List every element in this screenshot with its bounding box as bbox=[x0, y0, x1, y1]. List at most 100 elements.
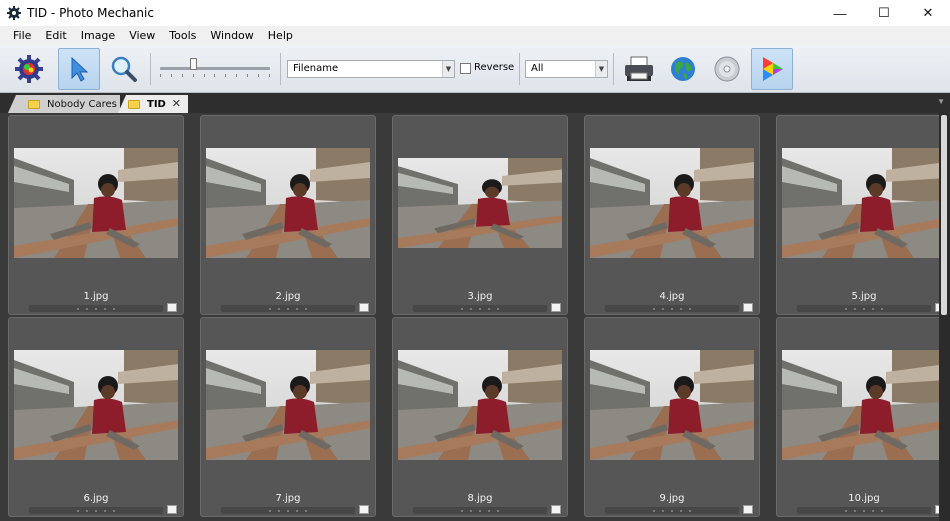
thumbnail-cell[interactable]: 10.jpg bbox=[776, 317, 950, 517]
thumbnail-filename: 2.jpg bbox=[275, 291, 301, 302]
slider-thumb[interactable] bbox=[190, 58, 197, 70]
star-rating[interactable] bbox=[29, 507, 163, 514]
chevron-down-icon[interactable]: ▼ bbox=[595, 61, 607, 77]
tag-checkbox[interactable] bbox=[743, 505, 753, 514]
thumbnail-image[interactable] bbox=[782, 148, 946, 258]
menu-file[interactable]: File bbox=[13, 29, 31, 42]
star-rating[interactable] bbox=[221, 507, 355, 514]
sort-field-select[interactable]: Filename ▼ bbox=[287, 60, 455, 78]
thumbnail-cell[interactable]: 3.jpg bbox=[392, 115, 568, 315]
thumbnail-filename: 1.jpg bbox=[83, 291, 109, 302]
chevron-down-icon[interactable]: ▼ bbox=[442, 61, 454, 77]
menu-window[interactable]: Window bbox=[210, 29, 253, 42]
thumbnail-filename: 7.jpg bbox=[275, 493, 301, 504]
close-icon[interactable]: ✕ bbox=[172, 97, 181, 110]
thumbnail-image[interactable] bbox=[782, 350, 946, 460]
slider-ticks bbox=[160, 74, 270, 78]
tag-checkbox[interactable] bbox=[743, 303, 753, 312]
zoom-button[interactable] bbox=[103, 48, 145, 90]
thumbnail-filename: 4.jpg bbox=[659, 291, 685, 302]
burn-disc-button[interactable] bbox=[706, 48, 748, 90]
thumbnail-cell[interactable]: 9.jpg bbox=[584, 317, 760, 517]
filter-value: All bbox=[531, 63, 544, 74]
menu-bar: File Edit Image View Tools Window Help bbox=[0, 26, 950, 45]
thumbnail-image[interactable] bbox=[398, 350, 562, 460]
thumbnail-image[interactable] bbox=[206, 350, 370, 460]
thumbnail-cell[interactable]: 5.jpg bbox=[776, 115, 950, 315]
menu-tools[interactable]: Tools bbox=[169, 29, 196, 42]
toolbar-separator bbox=[150, 53, 151, 85]
menu-view[interactable]: View bbox=[129, 29, 155, 42]
thumbnail-filename: 3.jpg bbox=[467, 291, 493, 302]
star-rating[interactable] bbox=[29, 305, 163, 312]
window-title: TID - Photo Mechanic bbox=[27, 6, 154, 20]
scrollbar-thumb[interactable] bbox=[941, 115, 947, 315]
tag-checkbox[interactable] bbox=[359, 505, 369, 514]
minimize-icon[interactable]: — bbox=[818, 0, 862, 26]
print-button[interactable] bbox=[618, 48, 660, 90]
tag-checkbox[interactable] bbox=[551, 303, 561, 312]
preferences-gear-icon bbox=[15, 55, 43, 83]
select-arrow-icon bbox=[71, 56, 89, 82]
tab-label: TID bbox=[147, 98, 166, 110]
toolbar-separator bbox=[613, 53, 614, 85]
tag-checkbox[interactable] bbox=[359, 303, 369, 312]
star-rating[interactable] bbox=[797, 507, 931, 514]
chevron-down-icon[interactable]: ▼ bbox=[937, 97, 945, 106]
close-icon[interactable]: ✕ bbox=[906, 0, 950, 26]
thumbnail-size-slider[interactable] bbox=[160, 67, 270, 70]
thumbnail-cell[interactable]: 6.jpg bbox=[8, 317, 184, 517]
burn-disc-icon bbox=[714, 56, 740, 82]
color-class-button[interactable] bbox=[751, 48, 793, 90]
thumbnail-image[interactable] bbox=[398, 158, 562, 248]
maximize-icon[interactable]: ☐ bbox=[862, 0, 906, 26]
tag-checkbox[interactable] bbox=[551, 505, 561, 514]
thumbnail-filename: 8.jpg bbox=[467, 493, 493, 504]
thumbnail-cell[interactable]: 1.jpg bbox=[8, 115, 184, 315]
print-icon bbox=[625, 56, 653, 81]
toolbar-separator bbox=[519, 53, 520, 85]
zoom-magnifier-icon bbox=[111, 56, 137, 82]
color-class-icon bbox=[763, 57, 783, 81]
star-rating[interactable] bbox=[605, 507, 739, 514]
menu-image[interactable]: Image bbox=[81, 29, 115, 42]
sort-field-value: Filename bbox=[293, 63, 339, 74]
thumbnail-filename: 10.jpg bbox=[848, 493, 880, 504]
title-bar: TID - Photo Mechanic — ☐ ✕ bbox=[0, 0, 950, 26]
reverse-checkbox[interactable] bbox=[460, 63, 471, 74]
thumbnail-filename: 6.jpg bbox=[83, 493, 109, 504]
contact-sheet-tabs: Nobody Cares TID ✕ ▼ bbox=[0, 93, 950, 113]
tab-tid[interactable]: TID ✕ bbox=[118, 95, 188, 113]
web-globe-icon bbox=[671, 57, 695, 81]
thumbnail-cell[interactable]: 4.jpg bbox=[584, 115, 760, 315]
thumbnail-image[interactable] bbox=[14, 350, 178, 460]
thumbnail-filename: 5.jpg bbox=[851, 291, 877, 302]
star-rating[interactable] bbox=[413, 507, 547, 514]
star-rating[interactable] bbox=[221, 305, 355, 312]
tag-checkbox[interactable] bbox=[167, 505, 177, 514]
tab-label: Nobody Cares bbox=[47, 98, 117, 110]
contact-sheet-grid: 1.jpg 2.jpg 3.jpg 4.jpg 5.jpg 6.jpg 7.jp… bbox=[0, 113, 950, 521]
star-rating[interactable] bbox=[413, 305, 547, 312]
filter-select[interactable]: All ▼ bbox=[525, 60, 608, 78]
thumbnail-cell[interactable]: 7.jpg bbox=[200, 317, 376, 517]
thumbnail-image[interactable] bbox=[14, 148, 178, 258]
app-gear-icon bbox=[7, 6, 21, 20]
preferences-button[interactable] bbox=[8, 48, 50, 90]
menu-edit[interactable]: Edit bbox=[45, 29, 66, 42]
thumbnail-image[interactable] bbox=[590, 350, 754, 460]
folder-icon bbox=[128, 99, 140, 109]
star-rating[interactable] bbox=[797, 305, 931, 312]
reverse-label: Reverse bbox=[474, 62, 515, 73]
tab-nobody-cares[interactable]: Nobody Cares bbox=[8, 95, 120, 113]
star-rating[interactable] bbox=[605, 305, 739, 312]
thumbnail-cell[interactable]: 2.jpg bbox=[200, 115, 376, 315]
thumbnail-cell[interactable]: 8.jpg bbox=[392, 317, 568, 517]
thumbnail-image[interactable] bbox=[590, 148, 754, 258]
web-gallery-button[interactable] bbox=[662, 48, 704, 90]
thumbnail-image[interactable] bbox=[206, 148, 370, 258]
select-tool-button[interactable] bbox=[58, 48, 100, 90]
tag-checkbox[interactable] bbox=[167, 303, 177, 312]
toolbar-separator bbox=[280, 53, 281, 85]
menu-help[interactable]: Help bbox=[268, 29, 293, 42]
